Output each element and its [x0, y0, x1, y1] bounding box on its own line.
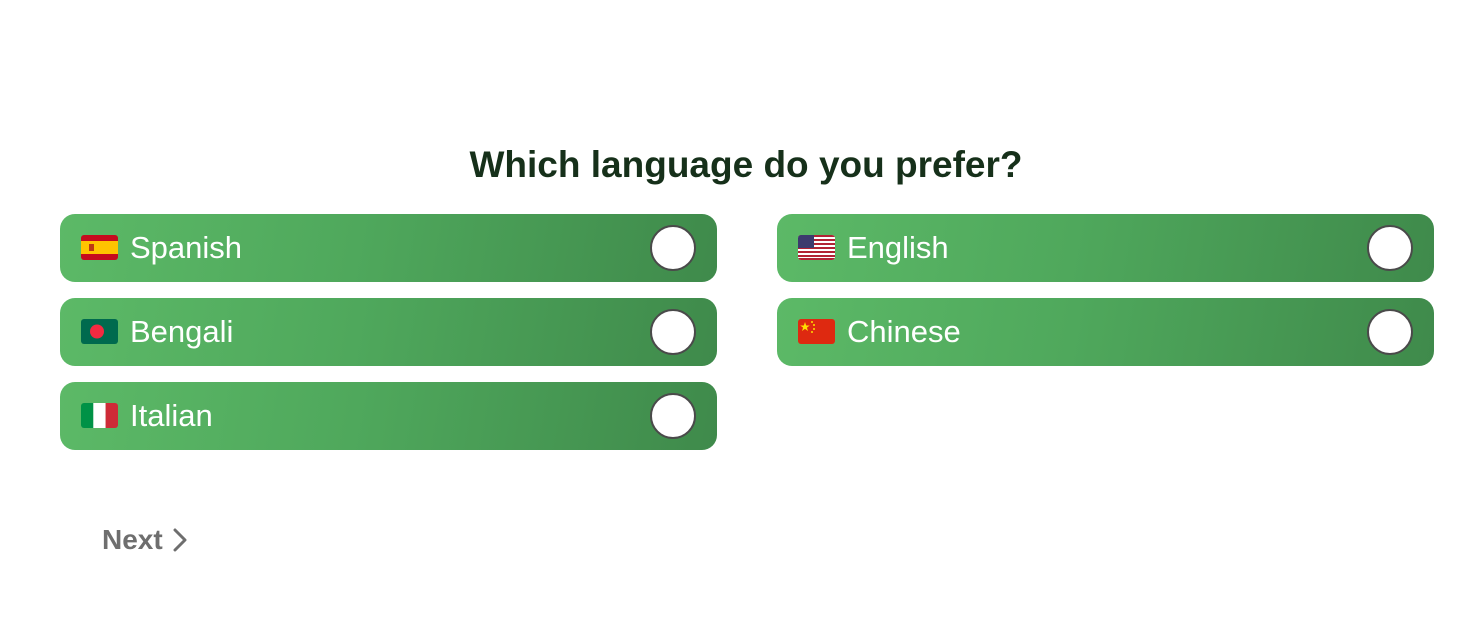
italy-flag-icon — [81, 403, 118, 428]
usa-flag-icon — [798, 235, 835, 260]
option-italian[interactable]: Italian — [60, 382, 717, 450]
radio-button[interactable] — [650, 225, 696, 271]
next-label: Next — [102, 524, 163, 555]
radio-button[interactable] — [650, 393, 696, 439]
spain-flag-icon — [81, 235, 118, 260]
language-survey-page: Which language do you prefer? Spanish En… — [0, 0, 1460, 622]
option-bengali[interactable]: Bengali — [60, 298, 717, 366]
option-chinese[interactable]: Chinese — [777, 298, 1434, 366]
chevron-right-icon — [173, 528, 187, 552]
radio-button[interactable] — [650, 309, 696, 355]
option-english[interactable]: English — [777, 214, 1434, 282]
option-label: Bengali — [130, 314, 234, 349]
option-label: English — [847, 230, 949, 265]
china-flag-icon — [798, 319, 835, 344]
radio-button[interactable] — [1367, 309, 1413, 355]
radio-button[interactable] — [1367, 225, 1413, 271]
option-spanish[interactable]: Spanish — [60, 214, 717, 282]
option-label: Spanish — [130, 230, 243, 265]
question-title: Which language do you prefer? — [469, 144, 1023, 185]
next-button[interactable]: Next — [102, 520, 187, 560]
option-label: Italian — [130, 398, 213, 433]
bangladesh-flag-icon — [81, 319, 118, 344]
option-label: Chinese — [847, 314, 961, 349]
